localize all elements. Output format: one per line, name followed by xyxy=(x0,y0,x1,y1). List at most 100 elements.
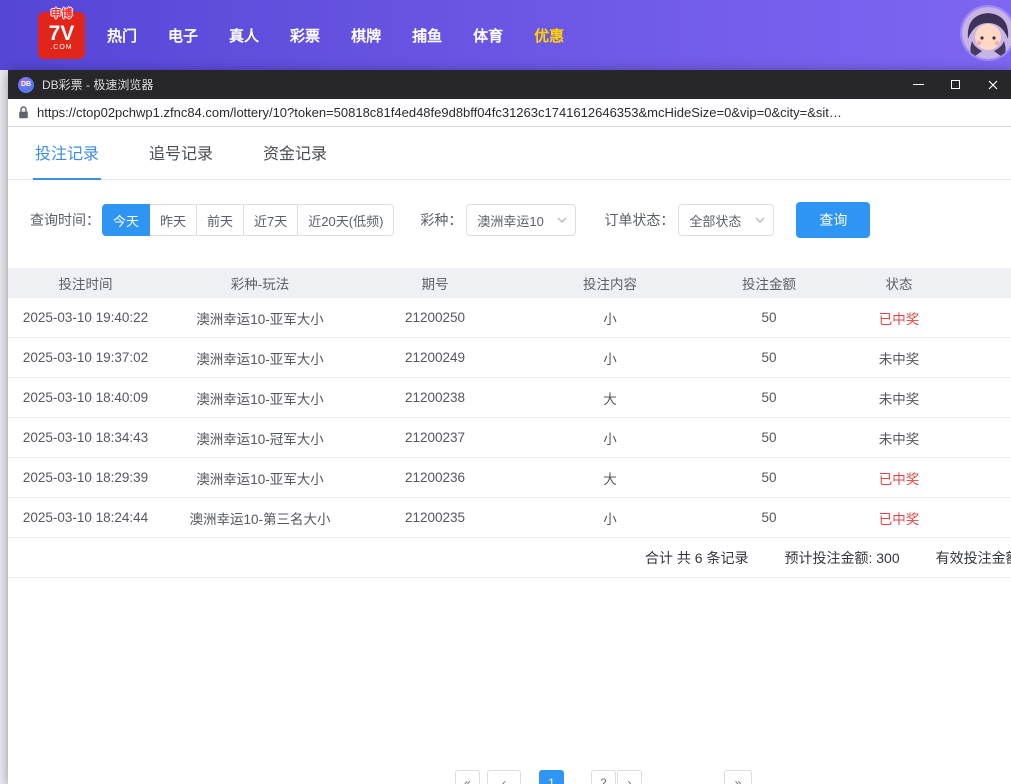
time-filter-group: 今天 昨天 前天 近7天 近20天(低频) xyxy=(102,204,394,236)
table-row: 2025-03-10 19:40:22 澳洲幸运10-亚军大小 21200250… xyxy=(8,298,1011,338)
avatar-image xyxy=(962,7,1011,59)
bet-content-cell: 小 xyxy=(513,508,707,528)
header-bet-amount: 投注金额 xyxy=(707,273,831,293)
time-filter-20days[interactable]: 近20天(低频) xyxy=(297,204,394,236)
nav-item-hot[interactable]: 热门 xyxy=(107,25,137,46)
time-filter-7days[interactable]: 近7天 xyxy=(243,204,298,236)
page-prev-button[interactable]: ‹ xyxy=(487,770,521,784)
address-bar[interactable]: https://ctop02pchwp1.zfnc84.com/lottery/… xyxy=(8,99,1011,127)
tab-chase-records[interactable]: 追号记录 xyxy=(147,140,215,179)
bet-time-cell: 2025-03-10 18:24:44 xyxy=(8,510,163,525)
window-controls xyxy=(900,70,1011,99)
nav-item-live[interactable]: 真人 xyxy=(229,25,259,46)
nav-item-sports[interactable]: 体育 xyxy=(473,25,503,46)
filter-bar: 查询时间： 今天 昨天 前天 近7天 近20天(低频) 彩种： 澳洲幸运10 订… xyxy=(30,202,1011,238)
nav-item-lottery[interactable]: 彩票 xyxy=(290,25,320,46)
game-play-cell: 澳洲幸运10-亚军大小 xyxy=(163,468,357,488)
logo-top-text: 申博 xyxy=(51,5,73,21)
issue-cell: 21200250 xyxy=(357,310,513,325)
main-nav: 热门 电子 真人 彩票 棋牌 捕鱼 体育 优惠 xyxy=(107,25,564,46)
game-play-cell: 澳洲幸运10-亚军大小 xyxy=(163,388,357,408)
status-cell: 已中奖 xyxy=(831,308,967,328)
bet-amount-cell: 50 xyxy=(707,510,831,525)
header-bet-time: 投注时间 xyxy=(8,273,163,293)
nav-item-slots[interactable]: 电子 xyxy=(168,25,198,46)
query-time-label: 查询时间： xyxy=(30,210,100,230)
tab-bar: 投注记录 追号记录 资金记录 xyxy=(8,127,1011,180)
top-navbar: 申博 7V .COM 热门 电子 真人 彩票 棋牌 捕鱼 体育 优惠 xyxy=(0,0,1011,70)
chevron-down-icon xyxy=(557,217,567,223)
order-status-value: 全部状态 xyxy=(689,211,741,230)
user-avatar[interactable] xyxy=(962,7,1011,59)
bet-time-cell: 2025-03-10 18:34:43 xyxy=(8,430,163,445)
bet-amount-cell: 50 xyxy=(707,430,831,445)
game-play-cell: 澳洲幸运10-冠军大小 xyxy=(163,428,357,448)
bet-amount-cell: 50 xyxy=(707,390,831,405)
url-text[interactable]: https://ctop02pchwp1.zfnc84.com/lottery/… xyxy=(37,105,1001,120)
search-button[interactable]: 查询 xyxy=(796,202,870,238)
browser-window: DB DB彩票 - 极速浏览器 https://ctop02pchwp1.zfn… xyxy=(8,70,1011,784)
game-play-cell: 澳洲幸运10-亚军大小 xyxy=(163,308,357,328)
order-status-select[interactable]: 全部状态 xyxy=(678,204,774,236)
table-row: 2025-03-10 18:40:09 澳洲幸运10-亚军大小 21200238… xyxy=(8,378,1011,418)
table-summary: 合计 共 6 条记录 预计投注金额: 300 有效投注金额: xyxy=(8,538,1011,578)
minimize-button[interactable] xyxy=(900,70,937,99)
table-row: 2025-03-10 18:34:43 澳洲幸运10-冠军大小 21200237… xyxy=(8,418,1011,458)
table-row: 2025-03-10 19:37:02 澳洲幸运10-亚军大小 21200249… xyxy=(8,338,1011,378)
lottery-type-label: 彩种： xyxy=(420,210,462,230)
bet-amount-cell: 50 xyxy=(707,310,831,325)
window-title: DB彩票 - 极速浏览器 xyxy=(42,76,153,93)
nav-item-fishing[interactable]: 捕鱼 xyxy=(412,25,442,46)
lock-icon xyxy=(18,106,29,119)
page-content: 投注记录 追号记录 资金记录 查询时间： 今天 昨天 前天 近7天 近20天(低… xyxy=(8,127,1011,784)
bet-content-cell: 小 xyxy=(513,308,707,328)
site-logo[interactable]: 申博 7V .COM xyxy=(38,12,85,59)
bet-content-cell: 小 xyxy=(513,348,707,368)
status-cell: 未中奖 xyxy=(831,428,967,448)
time-filter-yesterday[interactable]: 昨天 xyxy=(149,204,197,236)
chevron-down-icon xyxy=(755,217,765,223)
status-cell: 未中奖 xyxy=(831,388,967,408)
issue-cell: 21200238 xyxy=(357,390,513,405)
page-first-button[interactable]: « xyxy=(455,770,480,784)
close-icon xyxy=(988,80,998,90)
nav-item-promos[interactable]: 优惠 xyxy=(534,25,564,46)
header-status: 状态 xyxy=(831,273,967,293)
status-cell: 未中奖 xyxy=(831,348,967,368)
header-issue: 期号 xyxy=(357,273,513,293)
nav-item-board-games[interactable]: 棋牌 xyxy=(351,25,381,46)
tab-funds-records[interactable]: 资金记录 xyxy=(261,140,329,179)
tab-bet-records[interactable]: 投注记录 xyxy=(33,140,101,179)
close-button[interactable] xyxy=(974,70,1011,99)
header-bet-content: 投注内容 xyxy=(513,273,707,293)
time-filter-today[interactable]: 今天 xyxy=(102,204,150,236)
lottery-type-select[interactable]: 澳洲幸运10 xyxy=(466,204,576,236)
lottery-type-value: 澳洲幸运10 xyxy=(477,211,543,230)
page-last-button[interactable]: » xyxy=(724,770,752,784)
bet-content-cell: 大 xyxy=(513,468,707,488)
page-1-button[interactable]: 1 xyxy=(539,770,564,784)
valid-amount-text: 有效投注金额: xyxy=(936,548,1011,568)
issue-cell: 21200237 xyxy=(357,430,513,445)
expected-amount-text: 预计投注金额: 300 xyxy=(784,548,899,568)
minimize-icon xyxy=(913,84,924,85)
bet-content-cell: 大 xyxy=(513,388,707,408)
status-cell: 已中奖 xyxy=(831,508,967,528)
total-records-text: 合计 共 6 条记录 xyxy=(645,548,748,568)
page-next-button[interactable]: › xyxy=(617,770,642,784)
issue-cell: 21200236 xyxy=(357,470,513,485)
table-header: 投注时间 彩种-玩法 期号 投注内容 投注金额 状态 xyxy=(8,268,1011,298)
time-filter-day-before[interactable]: 前天 xyxy=(196,204,244,236)
bet-time-cell: 2025-03-10 19:40:22 xyxy=(8,310,163,325)
page-2-button[interactable]: 2 xyxy=(591,770,616,784)
pagination: « ‹ 1 2 › » xyxy=(455,770,752,784)
browser-titlebar: DB DB彩票 - 极速浏览器 xyxy=(8,70,1011,99)
status-cell: 已中奖 xyxy=(831,468,967,488)
bet-time-cell: 2025-03-10 18:29:39 xyxy=(8,470,163,485)
bet-amount-cell: 50 xyxy=(707,350,831,365)
records-table: 投注时间 彩种-玩法 期号 投注内容 投注金额 状态 2025-03-10 19… xyxy=(8,268,1011,578)
maximize-button[interactable] xyxy=(937,70,974,99)
logo-sub-text: .COM xyxy=(50,44,72,51)
bet-amount-cell: 50 xyxy=(707,470,831,485)
bet-time-cell: 2025-03-10 19:37:02 xyxy=(8,350,163,365)
